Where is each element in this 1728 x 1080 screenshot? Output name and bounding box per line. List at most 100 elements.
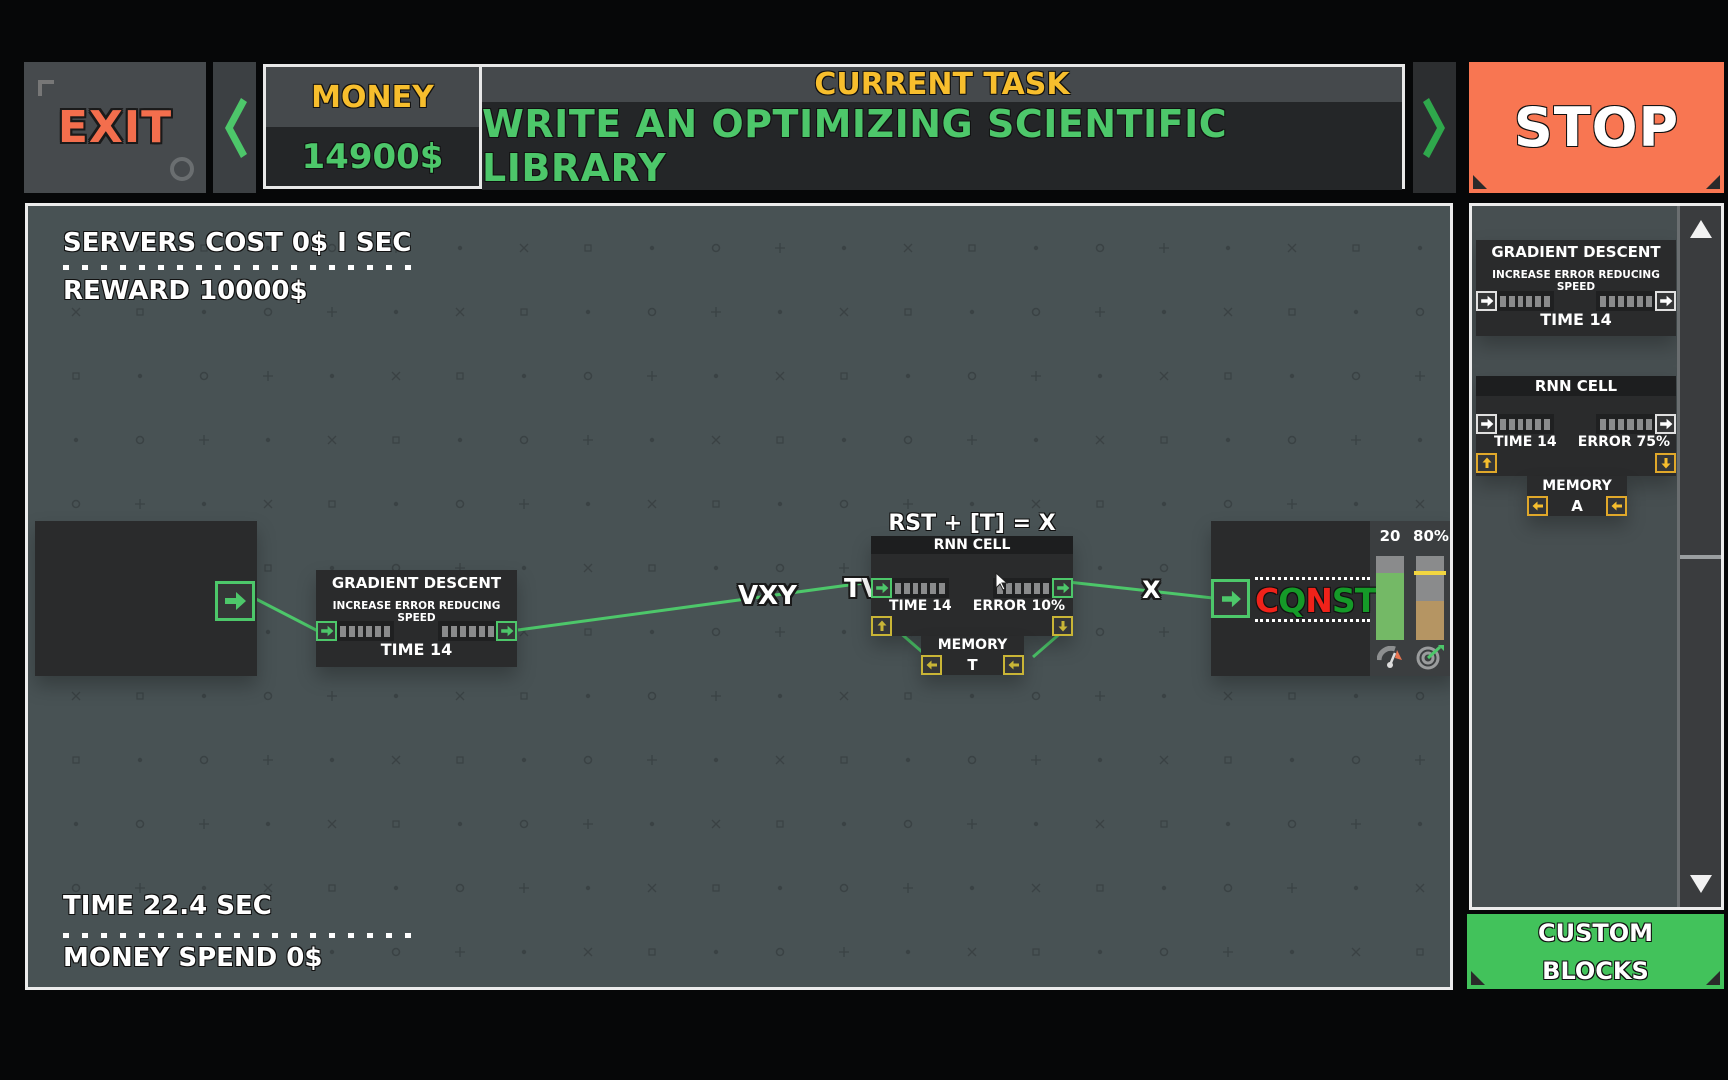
money-value: 14900$ (266, 127, 479, 186)
accuracy-threshold-marker (1414, 570, 1446, 575)
arrow-up-icon (877, 620, 886, 631)
arrow-right-icon (1221, 590, 1241, 607)
gradient-descent-node[interactable]: GRADIENT DESCENT INCREASE ERROR REDUCING… (316, 570, 517, 667)
scrollbar-thumb-divider[interactable] (1680, 555, 1721, 559)
corner-mark-icon (38, 80, 54, 96)
block-library-panel[interactable]: GRADIENT DESCENT INCREASE ERROR REDUCING… (1469, 203, 1724, 910)
output-port (1655, 414, 1676, 434)
target-letter-correct: S (1331, 581, 1356, 620)
input-meter (891, 578, 949, 598)
money-panel: MONEY 14900$ (266, 67, 482, 186)
exit-label: EXIT (57, 102, 173, 153)
rnn-formula: RST + [T] = X (888, 511, 1056, 536)
memory-right-port[interactable] (1003, 655, 1024, 675)
next-task-button[interactable] (1413, 62, 1456, 193)
arrow-right-icon (1480, 418, 1493, 430)
arrow-right-icon (1659, 295, 1672, 307)
corner-triangle-icon (1706, 175, 1720, 189)
custom-blocks-button[interactable]: CUSTOM BLOCKS (1467, 914, 1724, 989)
current-task-value: WRITE AN OPTIMIZING SCIENTIFIC LIBRARY (482, 102, 1402, 190)
output-port[interactable] (215, 581, 255, 621)
arrow-right-icon (320, 625, 333, 637)
wire-source-to-gd (255, 597, 319, 633)
scrollbar[interactable] (1677, 206, 1721, 907)
arrow-right-icon (1480, 295, 1493, 307)
stop-button[interactable]: STOP (1469, 62, 1724, 193)
block-title: GRADIENT DESCENT (1491, 243, 1661, 261)
memory-up-port (1476, 453, 1497, 473)
rnn-memory-block[interactable]: MEMORY T (921, 636, 1024, 675)
block-subtitle: INCREASE ERROR REDUCING SPEED (1492, 269, 1660, 293)
target-letter-wrong: N (1305, 581, 1333, 620)
previous-task-button[interactable] (213, 62, 256, 193)
current-task-label: CURRENT TASK (482, 67, 1402, 102)
memory-up-port[interactable] (871, 616, 892, 636)
stop-label: STOP (1513, 96, 1680, 159)
node-title: GRADIENT DESCENT (331, 574, 502, 592)
input-port[interactable] (316, 621, 337, 641)
target-letter-correct: T (1354, 581, 1377, 620)
block-time: TIME 14 (1494, 434, 1557, 450)
output-meter (1596, 414, 1656, 434)
input-port[interactable] (1211, 579, 1250, 618)
node-error: ERROR 10% (972, 598, 1065, 614)
scroll-up-arrow-icon[interactable] (1690, 220, 1712, 238)
speed-bar-fill (1376, 572, 1404, 640)
library-block-gradient-descent[interactable]: GRADIENT DESCENT INCREASE ERROR REDUCING… (1476, 240, 1676, 336)
speedometer-icon (1377, 646, 1402, 668)
arrow-right-icon (1056, 582, 1069, 594)
input-source-node[interactable] (35, 521, 257, 676)
accuracy-value: 80% (1413, 527, 1449, 545)
input-port[interactable] (871, 578, 892, 598)
corner-triangle-icon (1706, 971, 1720, 985)
chevron-left-icon (224, 97, 247, 158)
output-node[interactable]: CQNST 20 80% (1211, 521, 1450, 676)
library-block-rnn-cell[interactable]: RNN CELL TIME 14 ERROR 75% (1476, 376, 1676, 476)
output-port[interactable] (496, 621, 517, 641)
arrow-down-icon (1661, 458, 1670, 469)
target-output-word: CQNST (1255, 581, 1377, 620)
memory-right-port (1606, 496, 1627, 516)
output-port[interactable] (1052, 578, 1073, 598)
task-header: MONEY 14900$ CURRENT TASK WRITE AN OPTIM… (263, 64, 1405, 190)
chevron-right-icon (1422, 97, 1445, 158)
accuracy-bar (1414, 556, 1446, 640)
arrow-left-icon (1532, 501, 1543, 511)
memory-label: MEMORY (937, 637, 1008, 653)
divider (1255, 577, 1370, 580)
servers-cost: SERVERS COST 0$ I SEC (63, 228, 412, 258)
memory-left-port (1527, 496, 1548, 516)
arrow-right-icon (500, 625, 513, 637)
divider (63, 265, 418, 270)
arrow-right-icon (1659, 418, 1672, 430)
input-port (1476, 414, 1497, 434)
reward: REWARD 10000$ (63, 276, 308, 306)
scroll-down-arrow-icon[interactable] (1690, 875, 1712, 893)
target-icon (1416, 645, 1444, 670)
accuracy-bar-fill (1416, 600, 1444, 640)
workspace-canvas[interactable]: SERVERS COST 0$ I SEC REWARD 10000$ TIME… (25, 203, 1453, 990)
node-time: TIME 14 (380, 640, 453, 659)
memory-left-port[interactable] (921, 655, 942, 675)
node-time: TIME 14 (889, 598, 952, 614)
input-port (1476, 291, 1497, 311)
node-title: RNN CELL (871, 536, 1073, 554)
arrow-left-icon (926, 660, 937, 670)
exit-button[interactable]: EXIT (24, 62, 206, 193)
corner-triangle-icon (1471, 971, 1485, 985)
input-meter (1496, 414, 1554, 434)
block-time: TIME 14 (1540, 310, 1612, 329)
rnn-cell-body[interactable]: RNN CELL TIME 14 ERROR 10% (871, 536, 1073, 636)
target-letter-wrong: C (1255, 581, 1279, 620)
elapsed-time: TIME 22.4 SEC (63, 891, 272, 921)
target-letter-correct: Q (1278, 581, 1306, 620)
wire-gd-to-rnn (517, 580, 872, 632)
library-block-rnn-memory: MEMORY A (1527, 476, 1627, 516)
custom-blocks-label-line2: BLOCKS (1542, 956, 1649, 985)
arrow-right-icon (875, 582, 888, 594)
corner-triangle-icon (1473, 175, 1487, 189)
memory-down-port[interactable] (1052, 616, 1073, 636)
input-meter (336, 621, 394, 641)
speed-bar (1376, 556, 1404, 640)
arrow-right-icon (225, 592, 246, 610)
